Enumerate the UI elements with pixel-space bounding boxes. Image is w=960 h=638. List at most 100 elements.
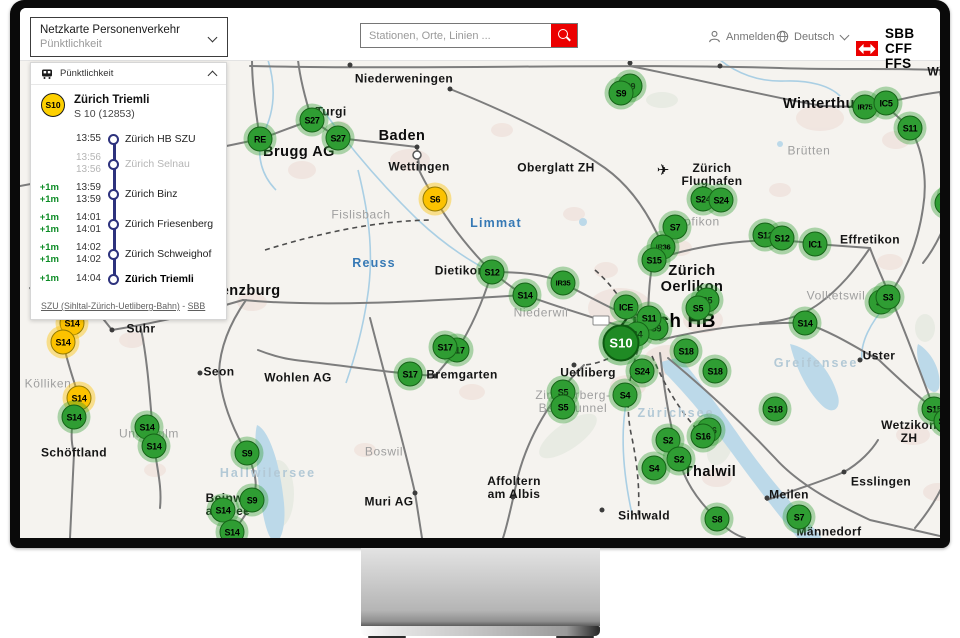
train-marker-s8[interactable]: S8: [705, 507, 730, 532]
train-marker-ic1[interactable]: IC1: [803, 232, 828, 257]
map-label: Uster: [863, 350, 896, 363]
train-marker-s14[interactable]: S14: [793, 311, 818, 336]
train-marker-s24[interactable]: S24: [709, 188, 734, 213]
train-marker-s4[interactable]: S4: [613, 383, 638, 408]
map-label: Greifensee: [774, 356, 859, 370]
map-label: Effretikon: [840, 234, 900, 247]
language-selector[interactable]: Deutsch: [776, 30, 848, 43]
train-marker-s17[interactable]: S17: [398, 362, 423, 387]
train-marker-s16[interactable]: S16: [691, 424, 716, 449]
stop-node: [101, 189, 125, 200]
map-label: Limmat: [470, 216, 522, 230]
user-icon: [708, 30, 721, 43]
map-label: Reuss: [352, 256, 396, 270]
train-marker-s15[interactable]: S15: [642, 248, 667, 273]
sbb-link[interactable]: SBB: [188, 301, 206, 311]
sbb-logo[interactable]: SBB CFF FFS: [856, 26, 940, 71]
layer-selector-subtitle: Pünktlichkeit: [40, 37, 201, 51]
train-marker-s7[interactable]: S7: [787, 505, 812, 530]
train-marker-s4[interactable]: S4: [642, 456, 667, 481]
train-marker-re[interactable]: RE: [248, 127, 273, 152]
search-button[interactable]: [551, 24, 577, 47]
stop-node: [101, 219, 125, 230]
train-marker-s9[interactable]: S9: [609, 81, 634, 106]
map-label: Bremgarten: [426, 369, 497, 382]
stop-node: [101, 134, 125, 145]
station-dot: [448, 87, 453, 92]
map-label: Wetzikon ZH: [881, 419, 937, 445]
train-marker-s27[interactable]: S27: [300, 108, 325, 133]
train-marker-s2[interactable]: S2: [667, 447, 692, 472]
train-marker-ice[interactable]: ICE: [614, 295, 639, 320]
map-label: Oberglatt ZH: [517, 162, 594, 175]
train-icon: [41, 69, 53, 79]
map-label: Schöftland: [41, 447, 107, 460]
map-label: Seon: [204, 366, 235, 379]
train-marker-s6[interactable]: S6: [423, 187, 448, 212]
footer-separator: -: [180, 301, 188, 311]
monitor-frame: NiederweningenTurgiBadenBrugg AGWettinge…: [10, 0, 950, 548]
map-label: Brütten: [788, 145, 831, 158]
map-label: Hallwilersee: [220, 466, 316, 480]
globe-icon: [776, 30, 789, 43]
train-marker-ic5[interactable]: IC5: [874, 91, 899, 116]
train-marker-s5[interactable]: S5: [686, 296, 711, 321]
stop-row: 13:55Zürich HB SZU: [31, 129, 226, 149]
operator-link[interactable]: SZU (Sihltal-Zürich-Uetliberg-Bahn): [41, 301, 180, 311]
station-dot: [110, 328, 115, 333]
train-marker-s12[interactable]: S12: [770, 226, 795, 251]
train-marker-s10[interactable]: S10: [603, 325, 640, 362]
stop-name: Zürich HB SZU: [125, 133, 226, 145]
stop-list: 13:55Zürich HB SZU13:5613:56Zürich Selna…: [31, 125, 226, 289]
train-marker-s9[interactable]: S9: [240, 488, 265, 513]
map-label: Muri AG: [364, 496, 413, 509]
stop-row: 13:5613:56Zürich Selnau: [31, 149, 226, 179]
stop-row: +1m+1m13:5913:59Zürich Binz: [31, 179, 226, 209]
map-label: Baden: [379, 128, 426, 144]
train-marker-s17[interactable]: S17: [433, 335, 458, 360]
map-label: Uetliberg: [560, 367, 616, 380]
train-marker-s18[interactable]: S18: [763, 397, 788, 422]
train-marker-s14[interactable]: S14: [62, 405, 87, 430]
train-marker-s14[interactable]: S14: [513, 283, 538, 308]
chevron-down-icon: [208, 33, 218, 43]
map-label: Esslingen: [851, 476, 911, 489]
map-label: Wohlen AG: [264, 372, 332, 385]
train-marker-s14[interactable]: S14: [220, 520, 245, 539]
train-marker-s3[interactable]: S3: [876, 285, 901, 310]
monitor-stand-base: [361, 626, 600, 636]
train-marker-s12[interactable]: S12: [480, 260, 505, 285]
layer-selector-title: Netzkarte Personenverkehr: [40, 23, 201, 37]
map-label: Niederweningen: [355, 73, 453, 86]
station-dot: [600, 508, 605, 513]
panel-footer: SZU (Sihltal-Zürich-Uetliberg-Bahn) - SB…: [31, 295, 226, 319]
train-title: Zürich Triemli: [74, 93, 149, 107]
train-marker-s24[interactable]: S24: [630, 359, 655, 384]
panel-header: Pünktlichkeit: [31, 63, 226, 85]
train-marker-s5[interactable]: S5: [551, 395, 576, 420]
sbb-wordmark: SBB CFF FFS: [885, 26, 940, 71]
train-marker-s18[interactable]: S18: [674, 339, 699, 364]
train-number: S 10 (12853): [74, 107, 149, 121]
train-marker-s14[interactable]: S14: [51, 330, 76, 355]
train-marker-s9[interactable]: S9: [235, 441, 260, 466]
login-link[interactable]: Anmelden: [708, 30, 776, 43]
search-input[interactable]: [361, 24, 551, 47]
train-marker-s14[interactable]: S14: [142, 434, 167, 459]
train-marker-s27[interactable]: S27: [326, 126, 351, 151]
stop-name: Zürich Binz: [125, 188, 226, 200]
chevron-up-icon[interactable]: [208, 70, 218, 80]
train-marker-s11[interactable]: S11: [898, 116, 923, 141]
map-label: Kölliken: [25, 378, 72, 391]
stop-name: Zürich Selnau: [125, 158, 226, 170]
layer-selector-dropdown[interactable]: Netzkarte Personenverkehr Pünktlichkeit: [30, 17, 228, 57]
panel-header-label: Pünktlichkeit: [60, 68, 202, 79]
stop-name: Zürich Schweighof: [125, 248, 226, 260]
stop-name: Zürich Friesenberg: [125, 218, 226, 230]
map-label: Volketswil: [807, 290, 866, 303]
train-marker-ir35[interactable]: IR35: [551, 271, 576, 296]
map-label: Sihlwald: [618, 510, 670, 523]
map-label: Wettingen: [388, 161, 449, 174]
monitor-stand: [361, 548, 600, 626]
train-marker-s18[interactable]: S18: [703, 359, 728, 384]
